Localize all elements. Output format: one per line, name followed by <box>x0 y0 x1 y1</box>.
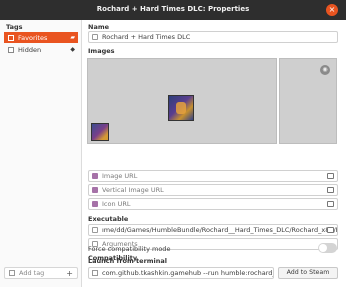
image-icon <box>92 201 98 207</box>
folder-icon[interactable] <box>327 227 334 233</box>
tags-sidebar: Tags Favorites ▰ Hidden ◆ Add tag + <box>0 20 82 287</box>
file-icon <box>92 227 98 233</box>
tag-favorites[interactable]: Favorites ▰ <box>4 32 78 43</box>
tag-hidden[interactable]: Hidden ◆ <box>4 44 78 55</box>
vertical-image-url-placeholder: Vertical Image URL <box>102 186 164 194</box>
executable-input[interactable]: ıme/dd/Games/HumbleBundle/Rochard__Hard_… <box>88 224 338 236</box>
vertical-image-preview[interactable]: ◉ <box>279 58 337 144</box>
folder-icon[interactable] <box>327 173 334 179</box>
name-input[interactable]: Rochard + Hard Times DLC <box>88 31 338 43</box>
icon-url-input[interactable]: Icon URL <box>88 198 338 210</box>
game-cover-image <box>168 95 194 121</box>
grid-image-preview[interactable] <box>87 58 277 144</box>
camera-icon[interactable]: ◉ <box>320 65 330 75</box>
launch-label: Launch from terminal <box>88 257 168 265</box>
icon-url-placeholder: Icon URL <box>102 200 131 208</box>
image-url-placeholder: Image URL <box>102 172 138 180</box>
toggle-knob <box>319 244 327 252</box>
image-icon <box>92 173 98 179</box>
checkbox-icon[interactable] <box>8 34 14 41</box>
bookmark-icon: ▰ <box>70 34 75 41</box>
folder-icon[interactable] <box>327 187 334 193</box>
name-value: Rochard + Hard Times DLC <box>102 33 191 41</box>
folder-icon[interactable] <box>327 201 334 207</box>
tags-header: Tags <box>6 23 23 31</box>
window-titlebar: Rochard + Hard Times DLC: Properties × <box>0 0 346 20</box>
text-icon <box>92 34 98 40</box>
add-to-steam-button[interactable]: Add to Steam <box>278 267 338 279</box>
image-icon <box>92 187 98 193</box>
add-tag-input[interactable]: Add tag + <box>4 267 78 279</box>
executable-label: Executable <box>88 215 129 223</box>
window-title: Rochard + Hard Times DLC: Properties <box>96 5 250 13</box>
close-icon[interactable]: × <box>326 4 338 16</box>
launch-command-field[interactable]: com.github.tkashkin.gamehub --run humble… <box>88 267 274 279</box>
tag-icon <box>9 270 15 276</box>
game-icon-image <box>91 123 109 141</box>
tag-label: Hidden <box>18 45 42 54</box>
add-tag-button[interactable]: + <box>66 268 73 279</box>
force-compat-label: Force compatibility mode <box>88 245 171 253</box>
executable-value: ıme/dd/Games/HumbleBundle/Rochard__Hard_… <box>102 226 338 234</box>
force-compat-toggle[interactable] <box>318 243 337 253</box>
launch-command-value: com.github.tkashkin.gamehub --run humble… <box>102 269 273 277</box>
add-tag-placeholder: Add tag <box>19 269 45 277</box>
image-url-input[interactable]: Image URL <box>88 170 338 182</box>
checkbox-icon[interactable] <box>8 46 14 53</box>
images-label: Images <box>88 47 115 55</box>
name-label: Name <box>88 23 110 31</box>
tag-label: Favorites <box>18 33 48 42</box>
terminal-icon <box>92 270 98 276</box>
vertical-image-url-input[interactable]: Vertical Image URL <box>88 184 338 196</box>
hidden-icon: ◆ <box>70 46 75 53</box>
